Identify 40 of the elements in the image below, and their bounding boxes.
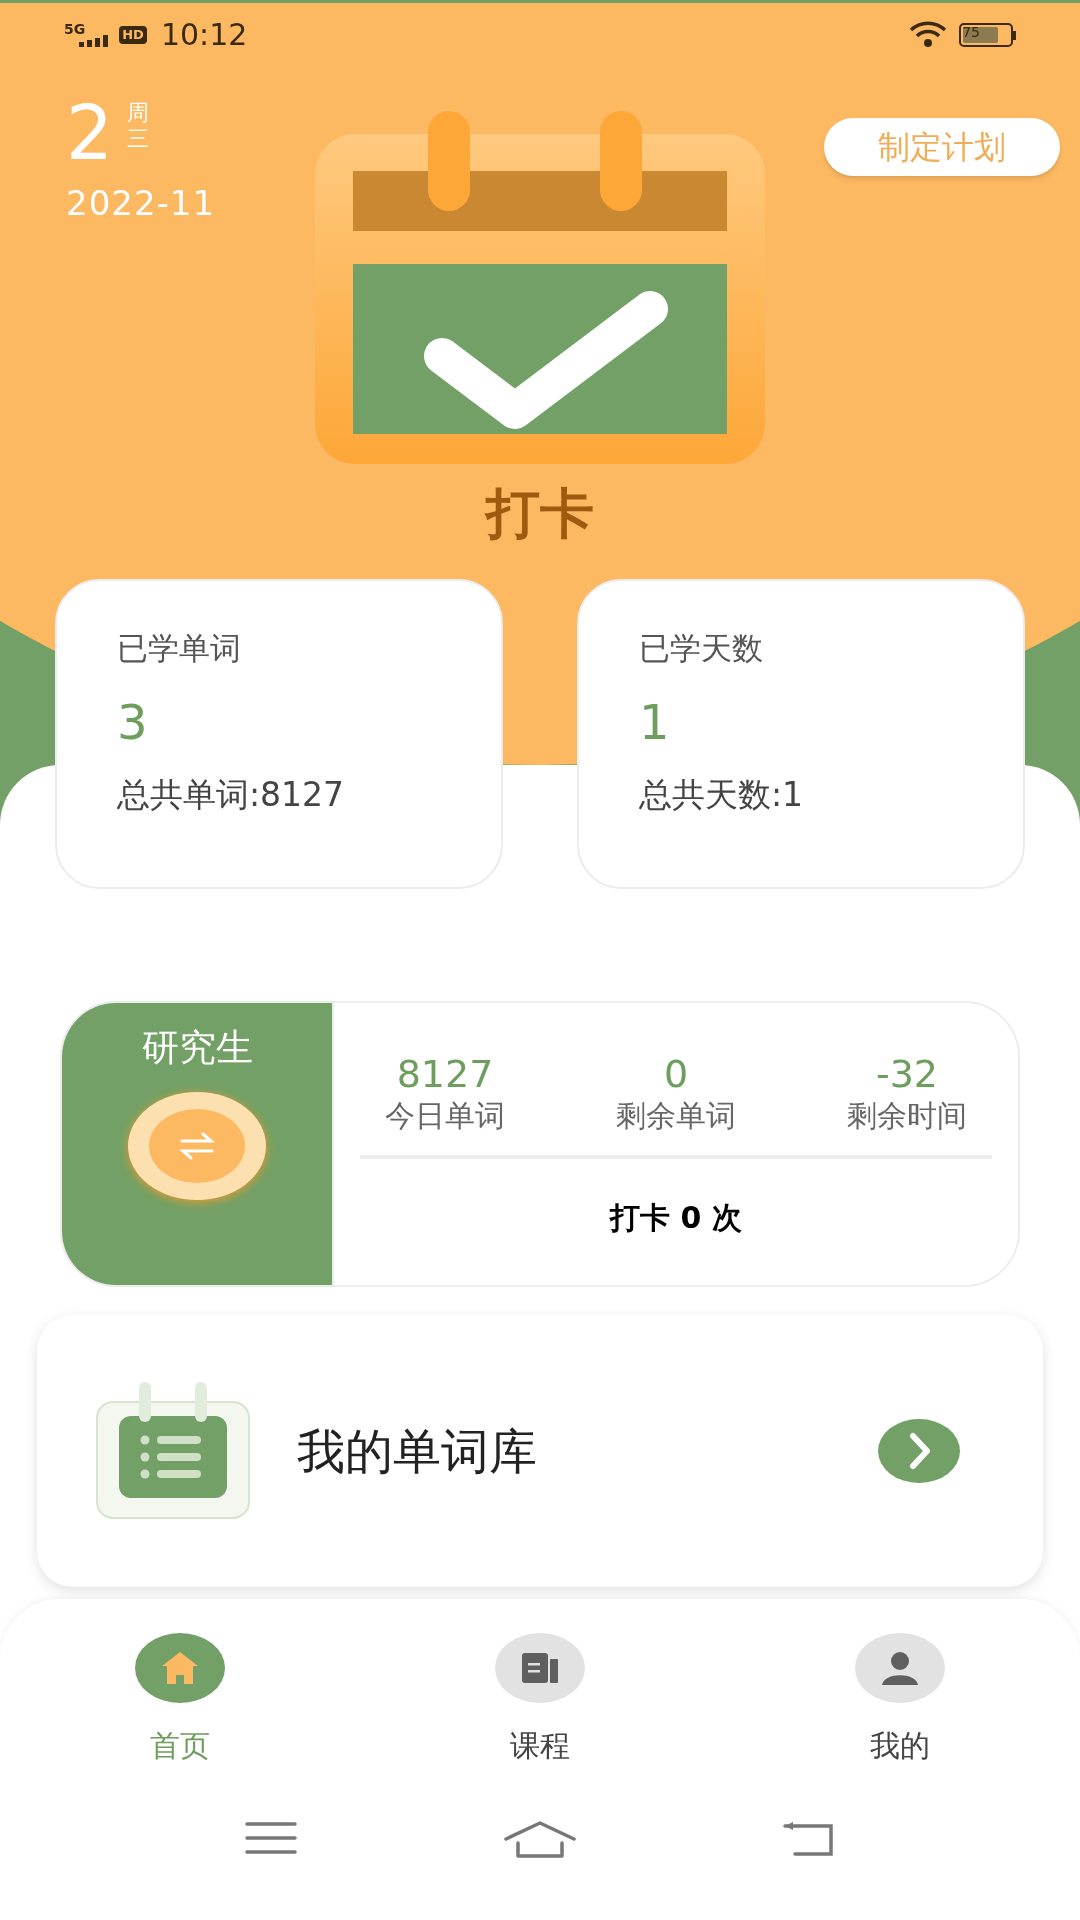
metric-value: 8127 (396, 1055, 494, 1093)
back-icon[interactable] (783, 1821, 835, 1857)
person-icon (880, 1650, 920, 1686)
nav-tab[interactable]: 我的 (810, 1633, 990, 1761)
metric-label: 剩余单词 (616, 1101, 736, 1131)
signal-icon (79, 33, 110, 47)
network-label: 5G (64, 22, 86, 36)
weekday: 三 (127, 126, 150, 152)
battery-level: 75 (962, 25, 980, 39)
stat-total: 总共天数:1 (639, 778, 805, 811)
swap-icon (179, 1132, 215, 1160)
nav-tab[interactable]: 课程 (450, 1633, 630, 1761)
battery-indicator (959, 23, 1016, 47)
stat-total: 总共单词:8127 (117, 778, 346, 811)
chevron-right-icon (877, 1418, 961, 1484)
wifi-icon (909, 21, 947, 49)
checkin-count: 打卡 0 次 (610, 1203, 742, 1233)
metric-value: -32 (875, 1055, 939, 1093)
metric-value: 0 (663, 1055, 689, 1093)
stat-value: 1 (639, 698, 671, 746)
home-icon (160, 1650, 200, 1686)
hd-badge: HD (119, 26, 147, 44)
clock-time: 10:12 (160, 20, 248, 50)
weekday-label: 周 (127, 100, 150, 126)
word-library-card[interactable]: 我的单词库 (37, 1315, 1043, 1587)
book-icon (520, 1651, 560, 1685)
home-nav-icon[interactable] (504, 1821, 576, 1859)
stat-label: 已学天数 (639, 633, 764, 664)
level-label: 研究生 (141, 1029, 253, 1066)
month-label: 2022-11 (66, 182, 216, 225)
menu-icon[interactable] (245, 1821, 297, 1855)
metric-label: 剩余时间 (847, 1101, 967, 1131)
day-number: 2 (66, 98, 114, 168)
stat-label: 已学单词 (117, 633, 242, 664)
stat-value: 3 (117, 698, 149, 746)
list-calendar-icon (95, 1380, 251, 1522)
word-library-title: 我的单词库 (297, 1422, 538, 1481)
checkin-title: 打卡 (486, 487, 594, 541)
metric-label: 今日单词 (385, 1101, 505, 1131)
switch-button[interactable] (128, 1092, 266, 1200)
